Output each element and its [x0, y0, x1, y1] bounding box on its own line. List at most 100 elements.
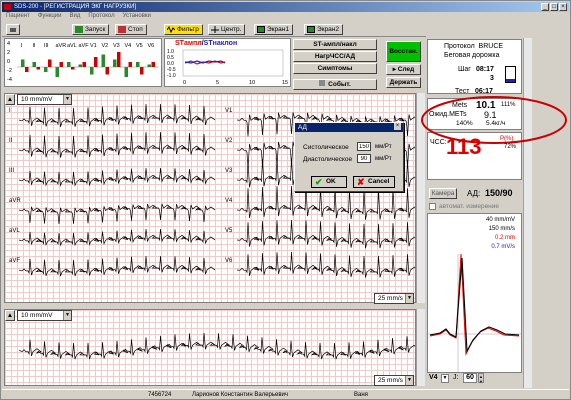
- ecg-trace-I: [18, 103, 216, 127]
- lead-label-right: V6: [225, 258, 233, 264]
- st-bar: [128, 62, 132, 67]
- trend-x-tick: 0: [183, 80, 186, 86]
- load-hr-bp-button[interactable]: НагрЧСС/АД: [293, 51, 377, 62]
- app-window: SDS-200 - [РЕГИСТРАЦИЯ ЭКГ НАГРУЗКИ] _ □ ×…: [0, 0, 571, 400]
- step-label: Шаг: [458, 66, 471, 73]
- menu-functions[interactable]: Функции: [38, 12, 62, 21]
- dialog-cancel-button[interactable]: ✘ Cancel: [353, 176, 395, 188]
- menu-patient[interactable]: Пациент: [6, 12, 30, 21]
- print-button[interactable]: [6, 24, 20, 35]
- restore-button[interactable]: Восстан.: [386, 41, 421, 62]
- auto-measure-checkbox[interactable]: [429, 203, 436, 210]
- trend-y-tick: -1.0: [167, 73, 176, 79]
- lead-label-left: II: [9, 138, 13, 144]
- bar-lead-label: V6: [148, 43, 155, 49]
- stop-button[interactable]: Стоп: [115, 24, 147, 35]
- st-bar: [67, 62, 71, 67]
- j-offset-spinner[interactable]: ▲ ▼: [478, 373, 484, 384]
- bar-lead-label: II: [33, 43, 37, 49]
- center-button[interactable]: Центр.: [208, 24, 246, 35]
- j-offset-field[interactable]: 60: [463, 373, 477, 383]
- maximize-button[interactable]: □: [550, 3, 558, 11]
- trend-x-tick: 10: [249, 80, 255, 86]
- bar-chart-bars: [21, 52, 155, 77]
- filter-icon: [167, 26, 175, 33]
- j-label: J:: [453, 374, 459, 381]
- speed-select-2[interactable]: 25 mm/s ▼: [374, 375, 414, 386]
- diastolic-label: Диастолическое: [303, 156, 353, 163]
- st-bar: [48, 59, 52, 67]
- status-patient-id: 7456724: [148, 392, 172, 398]
- bar-lead-label: aVF: [79, 43, 90, 49]
- gain-up-button[interactable]: ▲: [5, 94, 15, 105]
- gain-select-1[interactable]: 10 mm/mV ▼: [17, 94, 72, 105]
- minimize-button[interactable]: _: [541, 3, 549, 11]
- average-complex-box: 40 mm/mV 150 mm/s 0.2 mm 0.7 mV/s: [427, 213, 522, 373]
- st-bar: [147, 64, 151, 67]
- bar-chart-lead-labels: I II III aVR aVL aVF V1 V2 V3 V4 V5 V6: [21, 43, 154, 49]
- dialog-close-button[interactable]: ×: [394, 123, 401, 130]
- diastolic-input[interactable]: [357, 154, 371, 163]
- st-bar: [105, 67, 109, 75]
- bar-lead-label: III: [44, 43, 49, 49]
- bar-lead-label: V2: [102, 43, 109, 49]
- screen1-button[interactable]: Экран1: [254, 24, 293, 35]
- st-bar: [140, 67, 144, 75]
- toolbar: Запуск Стоп Фильтр Центр. Экран1 Экран2: [2, 22, 426, 37]
- complex-lead-dropdown[interactable]: ▼: [441, 374, 449, 383]
- st-bar: [44, 67, 48, 72]
- st-bar: [21, 59, 25, 67]
- st-bar: [71, 67, 75, 70]
- print-icon: [10, 28, 16, 32]
- ecg-trace-II: [18, 131, 216, 158]
- ecg-trace-III: [18, 167, 216, 187]
- bar-y-tick: -4: [7, 77, 12, 83]
- bp-dialog: АД× Систолическое мм/Рт Диастолическое м…: [294, 122, 404, 192]
- trend-x-tick: 5: [216, 80, 219, 86]
- start-button[interactable]: Запуск: [72, 24, 110, 35]
- bar-lead-label: aVR: [56, 43, 67, 49]
- filter-button[interactable]: Фильтр: [164, 24, 203, 35]
- menu-view[interactable]: Вид: [69, 12, 80, 21]
- systolic-input[interactable]: [357, 142, 371, 151]
- st-bar-chart: 4 2 0 -2 -4 I II III aVR aVL aVF V1 V2 V3 V4 V5 V6: [4, 38, 162, 87]
- next-button[interactable]: ▸ След: [386, 64, 421, 75]
- gain-up-button-2[interactable]: ▲: [5, 310, 15, 321]
- st-bar: [82, 62, 86, 67]
- center-icon: [211, 26, 219, 33]
- speed-select-1[interactable]: 25 mm/s ▼: [374, 293, 414, 304]
- ecg-rhythm-trace: [18, 332, 419, 360]
- protocol-line: Протокол BRUCE: [444, 43, 504, 50]
- st-bar: [117, 52, 121, 67]
- events-button[interactable]: Событ.: [293, 79, 377, 90]
- protocol-type: Беговая дорожка: [444, 52, 500, 59]
- screen-icon: [257, 26, 265, 33]
- hold-button[interactable]: Держать: [386, 77, 421, 88]
- menu-protocol[interactable]: Протокол: [88, 12, 114, 21]
- step-time: 08:17: [476, 66, 494, 73]
- bar-lead-label: V1: [90, 43, 97, 49]
- ecg-trace-V5: [236, 219, 419, 249]
- gain-select-2[interactable]: 10 mm/mV ▼: [17, 310, 72, 321]
- camera-button[interactable]: Камера: [429, 188, 457, 199]
- st-bar: [32, 62, 36, 67]
- ecg-trace-aVR: [18, 203, 216, 225]
- menu-settings[interactable]: Установки: [123, 12, 151, 21]
- dialog-ok-button[interactable]: ✔ OK: [311, 176, 347, 188]
- st-amplitude-button[interactable]: ST-ампл/накл: [293, 39, 377, 50]
- symptoms-button[interactable]: Симптомы: [293, 63, 377, 74]
- window-title: SDS-200 - [РЕГИСТРАЦИЯ ЭКГ НАГРУЗКИ]: [14, 4, 137, 10]
- close-button[interactable]: ×: [559, 3, 567, 11]
- trend-x-tick: 15: [282, 80, 288, 86]
- right-scrollbar[interactable]: [523, 38, 532, 388]
- status-patient-name: Ларионов Константин Валерьевич: [192, 392, 289, 398]
- rhythm-scrollbar[interactable]: [416, 309, 425, 386]
- bar-y-tick: 2: [7, 50, 10, 56]
- complex-lead: V4: [429, 374, 438, 381]
- screen2-button[interactable]: Экран2: [304, 24, 343, 35]
- st-bar: [78, 64, 82, 67]
- bar-y-tick: 0: [7, 59, 10, 65]
- st-bar: [151, 62, 155, 67]
- rhythm-trace: [18, 332, 419, 360]
- cancel-x-icon: ✘: [357, 177, 365, 187]
